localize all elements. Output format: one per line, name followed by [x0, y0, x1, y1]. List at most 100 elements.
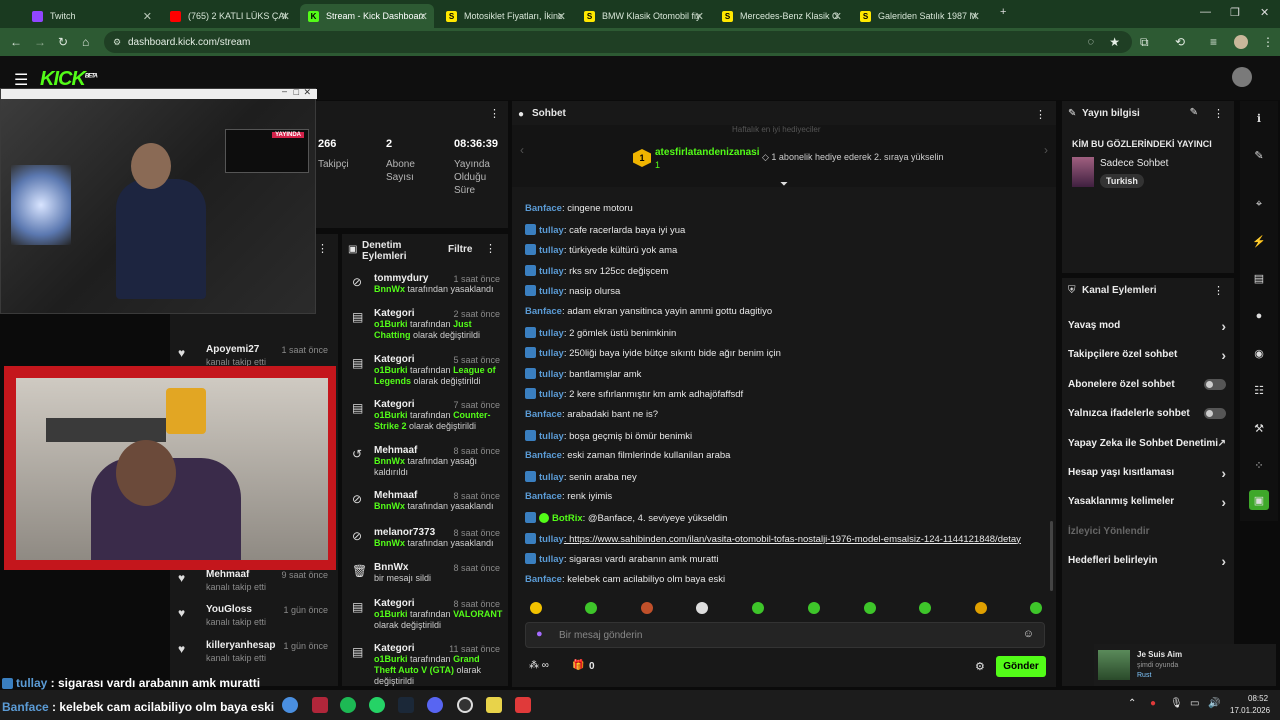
chat-message[interactable]: BotRix: @Banface, 4. seviyeye yükseldin: [525, 512, 727, 524]
reload-icon[interactable]: ↻: [58, 35, 68, 49]
emoji-icon[interactable]: ☺: [1023, 628, 1034, 640]
chat-message[interactable]: Banface: eski zaman filmlerinde kullanil…: [525, 450, 730, 461]
chat-menu-icon[interactable]: ⋮: [1035, 108, 1046, 121]
chat-username[interactable]: tullay: [539, 369, 564, 380]
preview-maximize-icon[interactable]: □: [294, 87, 299, 97]
broadcast-icon[interactable]: ◉: [1249, 343, 1269, 363]
preview-titlebar[interactable]: ✕ □ –: [1, 86, 317, 99]
activity-item[interactable]: ♥ killeryanhesap 1 gün önce kanalı takip et…: [178, 640, 332, 663]
emote-icon[interactable]: [641, 602, 653, 614]
emote-icon[interactable]: [808, 602, 820, 614]
filter-button[interactable]: Filtre: [448, 244, 472, 255]
tray-app-icon[interactable]: ●: [1150, 698, 1156, 709]
chat-message[interactable]: tullay: bantlamışlar amk: [525, 367, 641, 380]
info-menu-icon[interactable]: ⋮: [1213, 107, 1224, 120]
prev-arrow-icon[interactable]: ‹: [520, 143, 524, 157]
chat-username[interactable]: tullay: [539, 286, 564, 297]
browser-tab[interactable]: K Stream - Kick Dashboard ✕: [300, 4, 434, 28]
whatsapp-taskbar-icon[interactable]: [369, 697, 385, 713]
chat-username[interactable]: tullay: [539, 245, 564, 256]
obs-taskbar-icon[interactable]: [457, 697, 473, 713]
mod-action-item[interactable]: ⊘ Mehmaaf 8 saat önce BnnWx tarafından yasa…: [352, 490, 504, 512]
crosshair-icon[interactable]: ⌖: [1249, 194, 1269, 214]
emote-icon[interactable]: [752, 602, 764, 614]
channel-action-item[interactable]: Yavaş mod ›: [1068, 318, 1228, 334]
chat-message[interactable]: Banface: renk iyimis: [525, 491, 612, 502]
back-icon[interactable]: ←: [10, 35, 22, 49]
send-button[interactable]: Gönder: [996, 656, 1046, 677]
preview-minimize-icon[interactable]: –: [282, 86, 287, 96]
chat-message[interactable]: tullay: boşa geçmiş bi ömür benimki: [525, 429, 692, 442]
mod-action-item[interactable]: ▤ Kategori 2 saat önce o1Burki tarafından J…: [352, 308, 504, 341]
chat-input-box[interactable]: ● Bir mesaj gönderin ☺: [525, 622, 1045, 648]
toggle-switch[interactable]: [1204, 408, 1226, 420]
chat-username[interactable]: Banface: [525, 491, 562, 502]
tab-close-icon[interactable]: ✕: [419, 10, 428, 23]
chat-message[interactable]: tullay: rks srv 125cc değişcem: [525, 264, 668, 277]
collapse-icon[interactable]: ⏷: [780, 179, 788, 190]
lightning-icon[interactable]: ⚡: [1249, 231, 1269, 251]
browser-tab[interactable]: Twitch ✕: [24, 4, 158, 28]
tray-chevron-icon[interactable]: ⌃: [1128, 698, 1136, 709]
chat-username[interactable]: Banface: [525, 203, 562, 214]
toggle-switch[interactable]: [1204, 378, 1226, 390]
chat-username[interactable]: tullay: [539, 534, 564, 545]
discord-taskbar-icon[interactable]: [427, 697, 443, 713]
browser-tab[interactable]: S Mercedes-Benz Klasik Oto ✕: [714, 4, 848, 28]
channel-action-item[interactable]: Hesap yaşı kısıtlaması ›: [1068, 465, 1228, 481]
tab-close-icon[interactable]: ✕: [971, 10, 980, 23]
mod-action-item[interactable]: ▤ Kategori 8 saat önce o1Burki tarafından V…: [352, 598, 504, 631]
hamburger-menu-icon[interactable]: ☰: [14, 70, 28, 90]
tab-close-icon[interactable]: ✕: [557, 10, 566, 23]
mod-action-item[interactable]: ▤ Kategori 5 saat önce o1Burki tarafından L…: [352, 354, 504, 387]
chat-username[interactable]: Banface: [525, 450, 562, 461]
chat-message[interactable]: Banface: adam ekran yansitinca yayin amm…: [525, 306, 772, 317]
points-icon[interactable]: ⁂ ∞: [529, 660, 549, 671]
edit-info-icon[interactable]: ✎: [1190, 107, 1198, 118]
chat-username[interactable]: tullay: [539, 328, 564, 339]
files-taskbar-icon[interactable]: [486, 697, 502, 713]
chat-username[interactable]: Banface: [525, 574, 562, 585]
mod-action-item[interactable]: ⊘ tommydury 1 saat önce BnnWx tarafından ya…: [352, 273, 504, 295]
browser-tab[interactable]: (765) 2 KATLI LÜKS ÇADIR✕: [162, 4, 296, 28]
clock-time[interactable]: 08:52: [1248, 694, 1268, 703]
document-icon[interactable]: ▤: [1249, 268, 1269, 288]
tray-mic-icon[interactable]: 🎙: [1170, 698, 1183, 709]
game-notification[interactable]: Je Suis Aim şimdi oyunda Rust: [1094, 644, 1276, 686]
tray-volume-icon[interactable]: 🔊: [1208, 698, 1220, 709]
spotify-taskbar-icon[interactable]: [340, 697, 356, 713]
chat-message[interactable]: tullay: cafe racerlarda baya iyi yua: [525, 223, 685, 236]
chat-input-placeholder[interactable]: Bir mesaj gönderin: [559, 630, 642, 641]
app-taskbar-icon[interactable]: [312, 697, 328, 713]
emote-icon[interactable]: [919, 602, 931, 614]
channel-action-item[interactable]: Takipçilere özel sohbet ›: [1068, 347, 1228, 363]
chat-message[interactable]: tullay: 250liği baya iyide bütçe sıkıntı…: [525, 347, 781, 359]
emote-icon[interactable]: [864, 602, 876, 614]
chat-username[interactable]: BotRix: [552, 513, 583, 524]
home-icon[interactable]: ⌂: [82, 35, 89, 49]
bookmark-star-icon[interactable]: ★: [1109, 35, 1120, 49]
chat-username[interactable]: tullay: [539, 554, 564, 565]
steam-taskbar-icon[interactable]: [398, 697, 414, 713]
chat-message[interactable]: tullay: 2 kere sıfırlanmıştır km amk adh…: [525, 388, 743, 400]
info-icon[interactable]: ℹ: [1249, 108, 1269, 128]
mod-action-item[interactable]: ▤ Kategori 11 saat önce o1Burki tarafından …: [352, 643, 504, 687]
chat-username[interactable]: tullay: [539, 225, 564, 236]
user-avatar[interactable]: [1232, 67, 1252, 87]
chat-username[interactable]: Banface: [525, 409, 562, 420]
chat-username[interactable]: tullay: [539, 389, 564, 400]
close-window-icon[interactable]: ✕: [1260, 6, 1269, 19]
chat-message[interactable]: tullay: senin araba ney: [525, 470, 637, 483]
eye-off-icon[interactable]: ◌: [1087, 36, 1094, 48]
valorant-taskbar-icon[interactable]: [515, 697, 531, 713]
new-tab-button[interactable]: +: [1000, 6, 1006, 18]
chat-username[interactable]: Banface: [525, 306, 562, 317]
emote-icon[interactable]: [1030, 602, 1042, 614]
browser-tab[interactable]: S BMW Klasik Otomobil fiyat ✕: [576, 4, 710, 28]
emote-icon[interactable]: [975, 602, 987, 614]
actions-menu-icon[interactable]: ⋮: [1213, 284, 1224, 297]
chat-message[interactable]: tullay: sigarası vardı arabanın amk mura…: [525, 553, 719, 565]
browser-tab[interactable]: S Galeriden Satılık 1987 Me ✕: [852, 4, 986, 28]
chat-scrollbar[interactable]: [1050, 521, 1053, 591]
tab-close-icon[interactable]: ✕: [281, 10, 290, 23]
